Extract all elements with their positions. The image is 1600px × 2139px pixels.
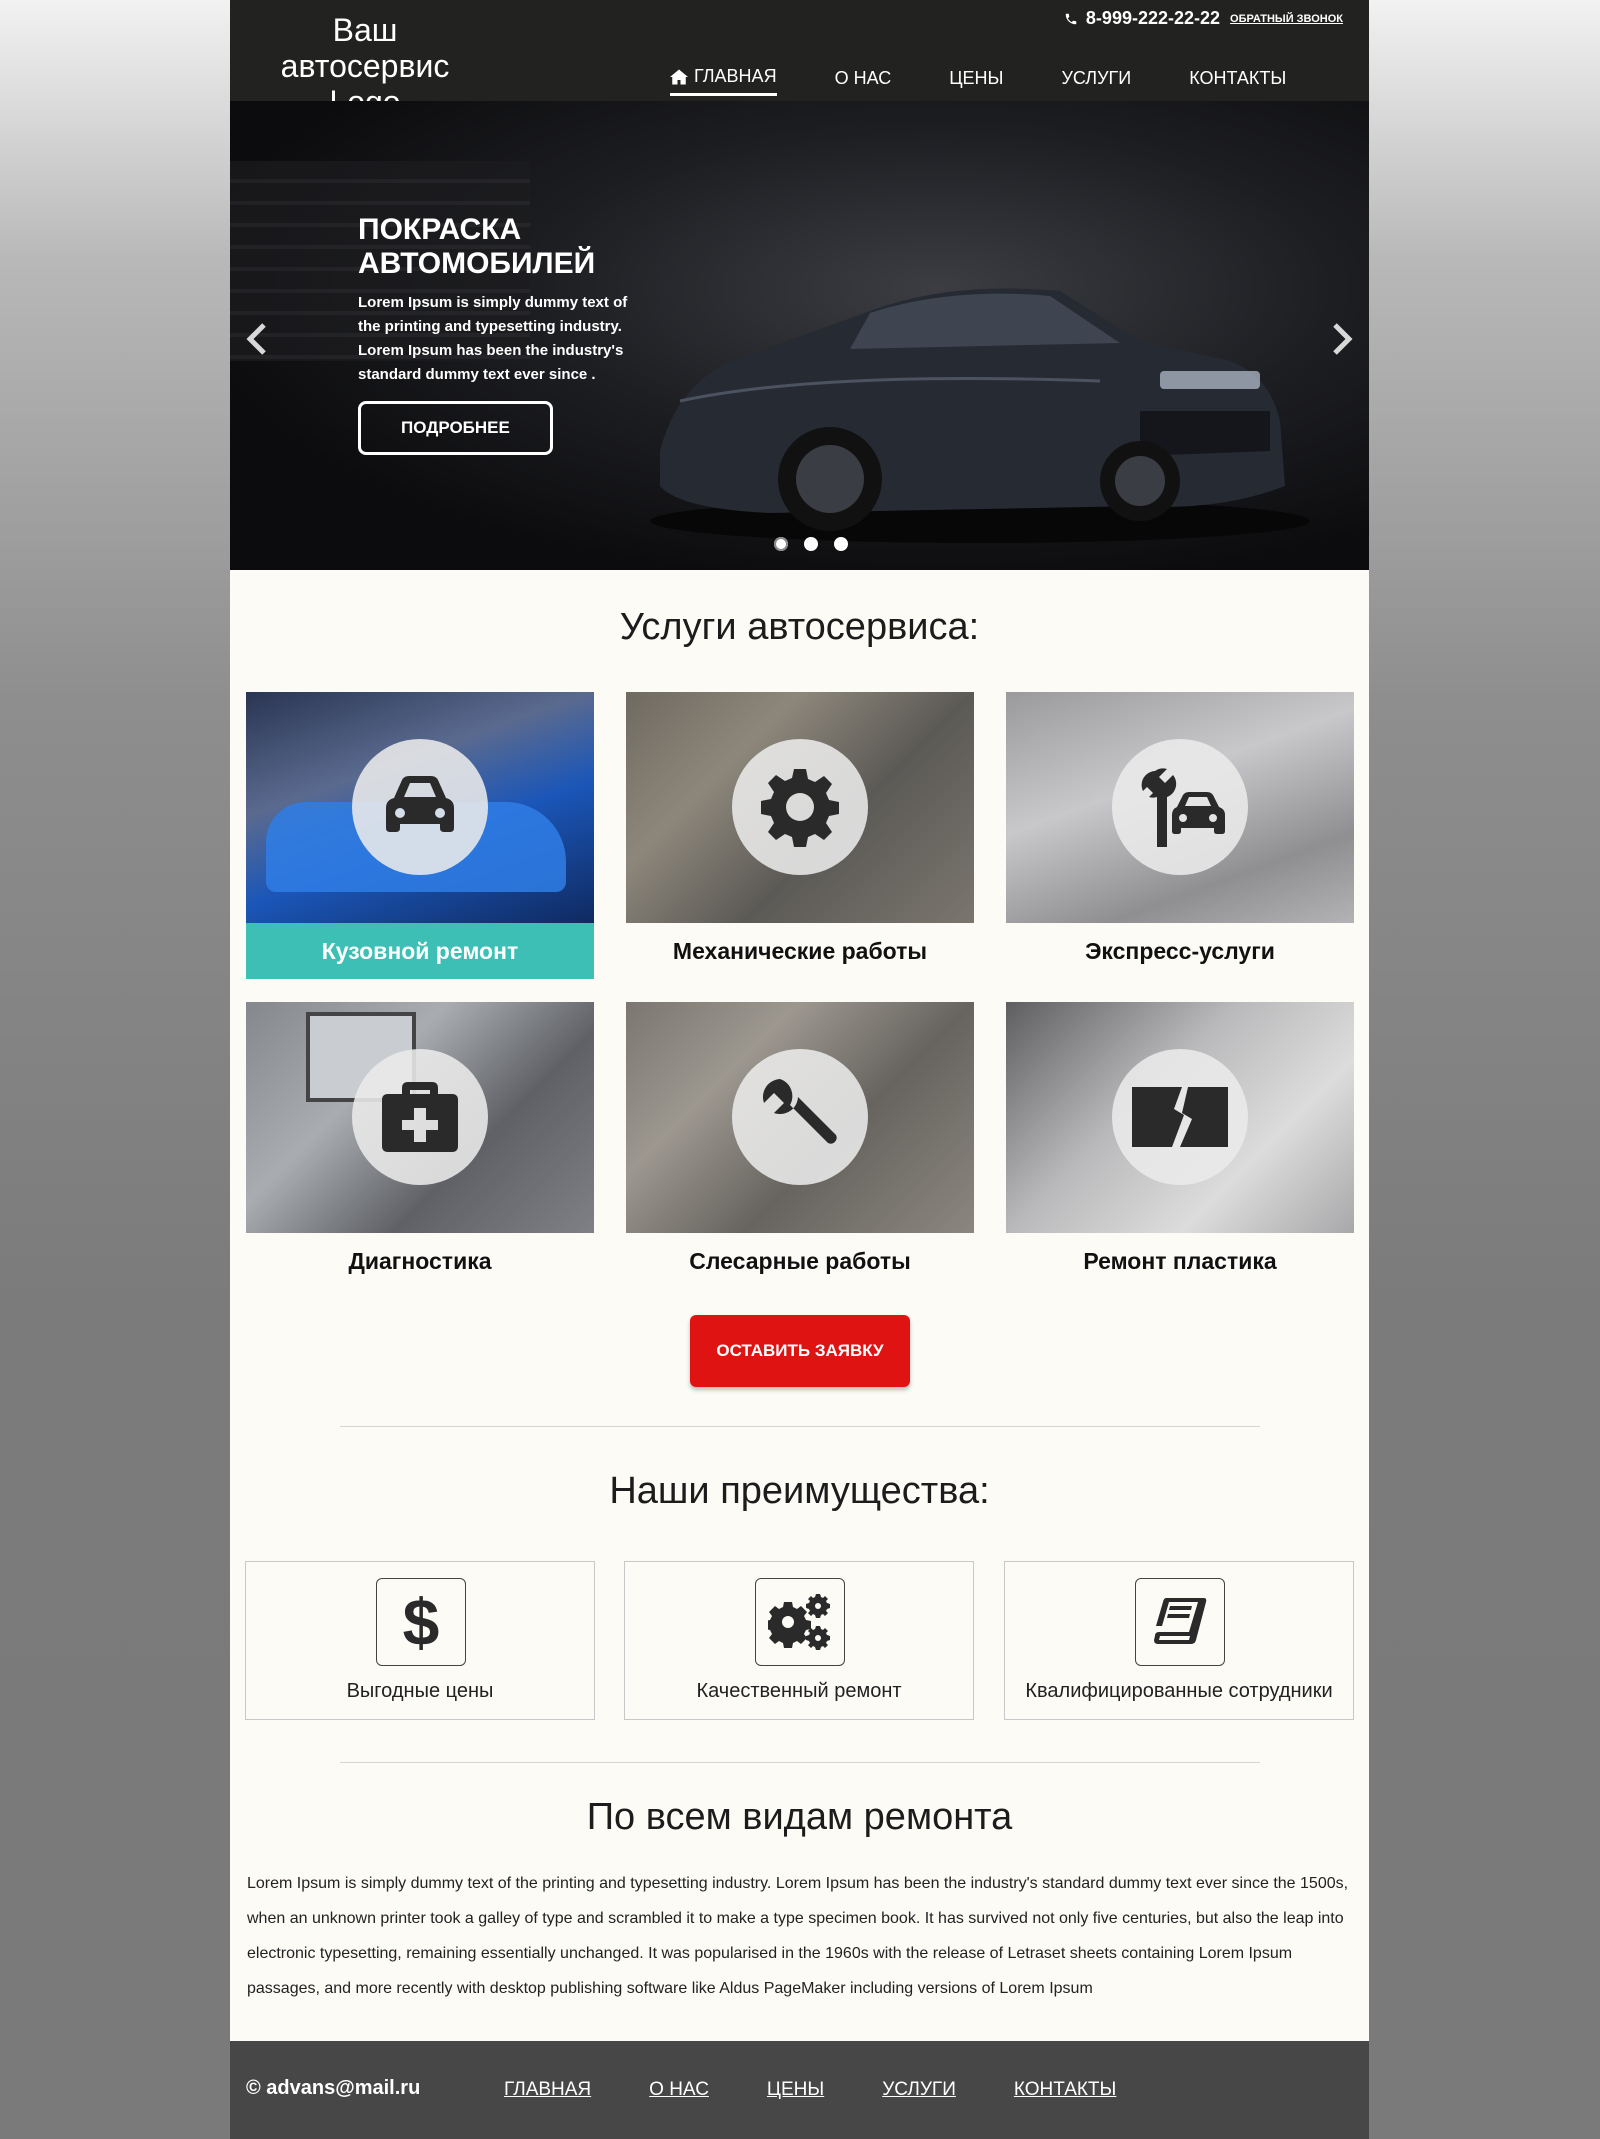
services-title: Услуги автосервиса: (619, 606, 980, 648)
footer-link-services[interactable]: УСЛУГИ (882, 2079, 956, 2101)
service-image (246, 692, 594, 923)
nav-item-about[interactable]: О НАС (835, 66, 892, 96)
slider-dot-3[interactable] (834, 537, 848, 551)
footer-link-about[interactable]: О НАС (649, 2079, 709, 2101)
medkit-icon (382, 1082, 458, 1152)
service-card-diagnostics[interactable]: Диагностика (246, 1002, 594, 1292)
advantage-label: Качественный ремонт (696, 1680, 902, 1702)
phone[interactable]: 8-999-222-22-22 (1064, 8, 1220, 29)
service-label: Кузовной ремонт (246, 923, 594, 979)
hero-more-button[interactable]: ПОДРОБНЕЕ (358, 401, 553, 455)
advantage-card-prices: $ Выгодные цены (245, 1561, 595, 1720)
about-title: По всем видам ремонта (586, 1796, 1013, 1838)
service-image (1006, 692, 1354, 923)
service-card-locksmith[interactable]: Слесарные работы (626, 1002, 974, 1292)
phone-number: 8-999-222-22-22 (1085, 8, 1221, 28)
slider-dots (774, 537, 848, 551)
topbar: 8-999-222-22-22 ОБРАТНЫЙ ЗВОНОК (1064, 8, 1343, 29)
hero-title: ПОКРАСКА АВТОМОБИЛЕЙ (358, 213, 596, 280)
advantage-card-quality: Качественный ремонт (624, 1561, 974, 1720)
slider-prev-arrow[interactable] (242, 319, 272, 359)
chevron-right-icon (1333, 323, 1353, 355)
advantage-icon-box (1135, 1578, 1225, 1666)
service-icon-circle (1112, 739, 1248, 875)
service-icon-circle (1112, 1049, 1248, 1185)
gear-icon (761, 769, 839, 847)
chevron-left-icon (246, 323, 266, 355)
nav-item-label: КОНТАКТЫ (1189, 67, 1287, 88)
slider-dot-2[interactable] (804, 537, 818, 551)
service-icon-circle (352, 1049, 488, 1185)
nav-item-home[interactable]: ГЛАВНАЯ (670, 66, 777, 96)
service-label: Диагностика (348, 1248, 492, 1274)
service-label: Ремонт пластика (1083, 1248, 1277, 1274)
service-card-mechanical[interactable]: Механические работы (626, 692, 974, 982)
site-header: Ваш автосервис Logo 8-999-222-22-22 ОБРА… (230, 0, 1369, 120)
nav-item-contacts[interactable]: КОНТАКТЫ (1189, 66, 1286, 96)
service-card-express[interactable]: Экспресс-услуги (1006, 692, 1354, 982)
hero-slider: ПОКРАСКА АВТОМОБИЛЕЙ Lorem Ipsum is simp… (230, 101, 1369, 570)
footer-nav: ГЛАВНАЯ О НАС ЦЕНЫ УСЛУГИ КОНТАКТЫ (504, 2079, 1174, 2101)
section-divider (340, 1426, 1260, 1427)
nav-item-prices[interactable]: ЦЕНЫ (949, 66, 1003, 96)
footer-link-home[interactable]: ГЛАВНАЯ (504, 2079, 591, 2101)
service-image (246, 1002, 594, 1233)
slider-dot-1[interactable] (774, 537, 788, 551)
service-icon-circle (352, 739, 488, 875)
footer-email[interactable]: © advans@mail.ru (246, 2077, 420, 2100)
phone-icon (1065, 13, 1077, 24)
nav-item-label: ЦЕНЫ (949, 67, 1004, 88)
advantage-label: Выгодные цены (346, 1680, 494, 1702)
hero-content: ПОКРАСКА АВТОМОБИЛЕЙ Lorem Ipsum is simp… (358, 213, 648, 455)
main-nav: ГЛАВНАЯ О НАС ЦЕНЫ УСЛУГИ КОНТАКТЫ (670, 66, 1344, 96)
broken-plastic-icon (1132, 1087, 1228, 1147)
nav-item-label: УСЛУГИ (1061, 67, 1132, 88)
advantage-icon-box: $ (376, 1578, 466, 1666)
site-footer: © advans@mail.ru ГЛАВНАЯ О НАС ЦЕНЫ УСЛУ… (230, 2041, 1369, 2139)
page: Ваш автосервис Logo 8-999-222-22-22 ОБРА… (230, 0, 1369, 2139)
advantage-icon-box (755, 1578, 845, 1666)
hero-car-image (650, 288, 1310, 543)
logo-line1: Ваш автосервис (280, 12, 450, 84)
home-icon (670, 69, 688, 84)
car-icon (386, 776, 454, 832)
service-label: Слесарные работы (689, 1248, 911, 1274)
service-image (626, 1002, 974, 1233)
slider-next-arrow[interactable] (1327, 319, 1357, 359)
svg-text:$: $ (403, 1589, 440, 1655)
hero-description: Lorem Ipsum is simply dummy text of the … (358, 294, 628, 383)
wrench-car-icon (1141, 768, 1225, 847)
footer-link-contacts[interactable]: КОНТАКТЫ (1014, 2079, 1117, 2101)
book-icon (1154, 1598, 1207, 1644)
service-card-plastic[interactable]: Ремонт пластика (1006, 1002, 1354, 1292)
order-request-button[interactable]: ОСТАВИТЬ ЗАЯВКУ (690, 1315, 910, 1387)
service-icon-circle (732, 1049, 868, 1185)
advantage-label: Квалифицированные сотрудники (1025, 1680, 1333, 1702)
service-label: Экспресс-услуги (1085, 938, 1275, 964)
nav-item-label: О НАС (834, 67, 892, 88)
advantage-card-staff: Квалифицированные сотрудники (1004, 1561, 1354, 1720)
service-image (1006, 1002, 1354, 1233)
section-divider (340, 1762, 1260, 1763)
advantages-title: Наши преимущества: (609, 1470, 990, 1512)
footer-link-prices[interactable]: ЦЕНЫ (767, 2079, 824, 2101)
nav-item-label: ГЛАВНАЯ (694, 66, 777, 86)
gears-icon (768, 1594, 830, 1650)
service-icon-circle (732, 739, 868, 875)
service-card-body-repair[interactable]: Кузовной ремонт (246, 692, 594, 982)
wrench-icon (762, 1079, 837, 1144)
about-text: Lorem Ipsum is simply dummy text of the … (247, 1875, 1349, 1997)
service-label: Механические работы (672, 938, 928, 964)
callback-link[interactable]: ОБРАТНЫЙ ЗВОНОК (1230, 13, 1343, 25)
nav-item-services[interactable]: УСЛУГИ (1061, 66, 1131, 96)
dollar-icon: $ (403, 1589, 440, 1655)
service-image (626, 692, 974, 923)
